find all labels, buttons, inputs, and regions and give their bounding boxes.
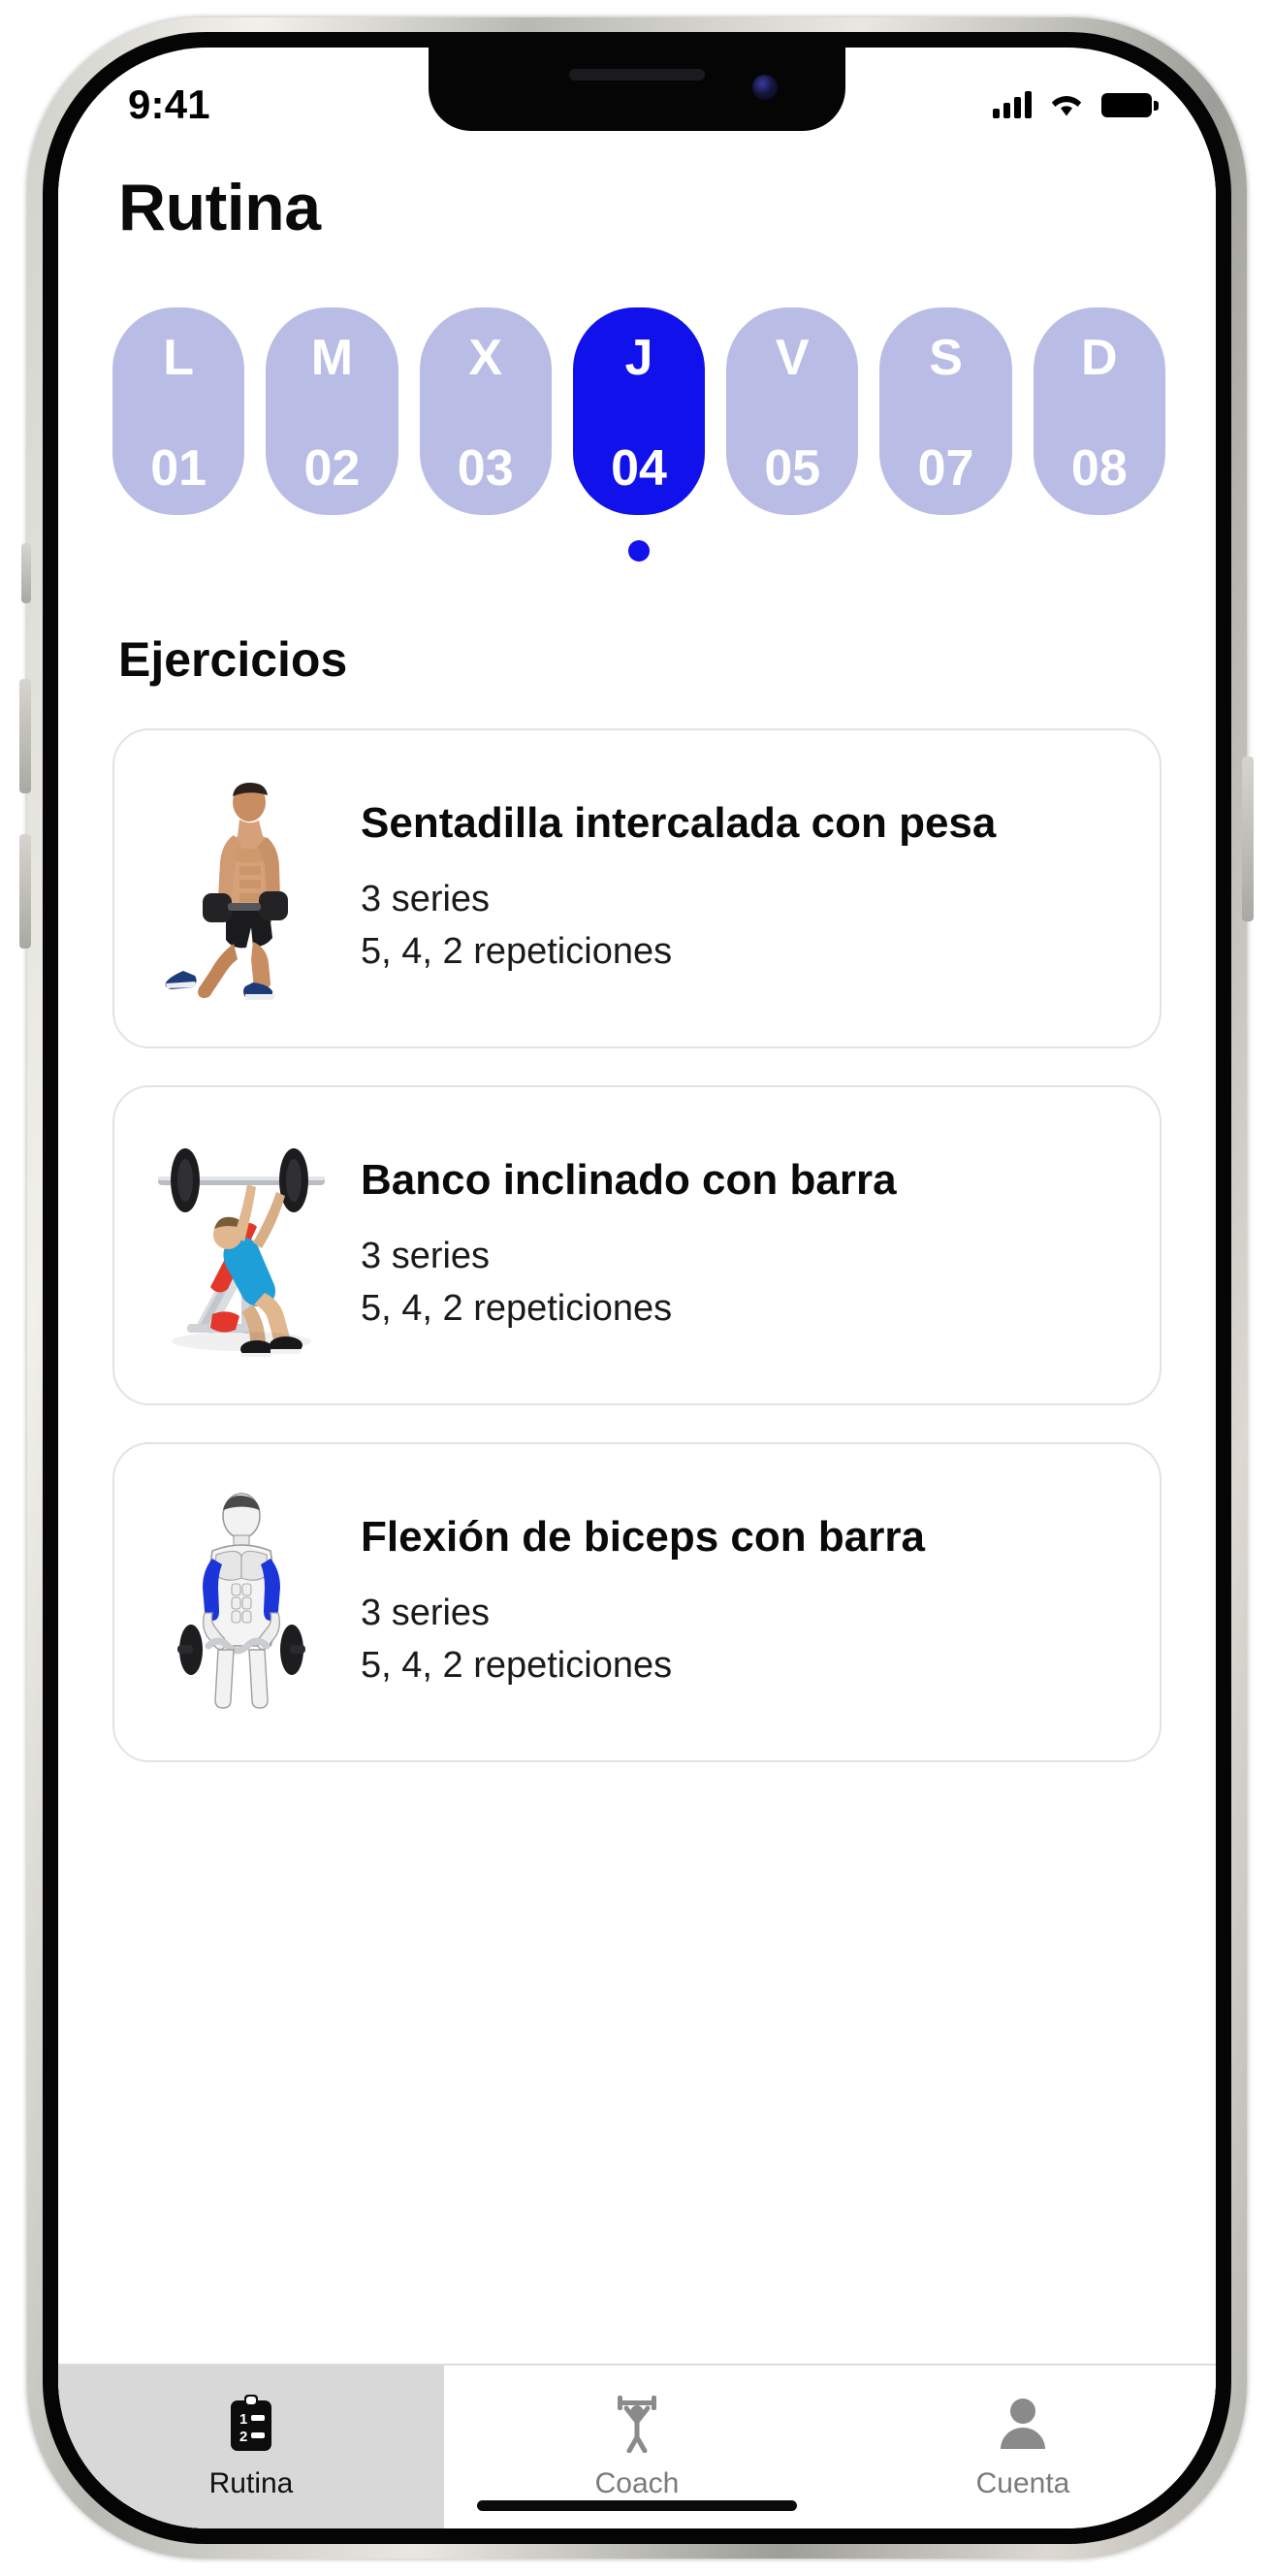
exercise-sets: 3 series (361, 1593, 491, 1633)
weightlifter-icon (608, 2394, 666, 2454)
dot-slot (1034, 540, 1165, 562)
day-pill-s[interactable]: S 07 (879, 307, 1012, 515)
tab-label: Cuenta (975, 2467, 1070, 2499)
day-number: 03 (457, 440, 514, 497)
exercise-sets: 3 series (361, 1236, 491, 1276)
day-letter: L (163, 330, 195, 386)
day-number: 02 (303, 440, 361, 497)
day-letter: J (624, 330, 653, 386)
exercise-reps: 5, 4, 2 repeticiones (361, 930, 673, 972)
exercise-name: Sentadilla intercalada con pesa (361, 799, 997, 848)
exercise-sets: 3 series (361, 879, 491, 919)
clipboard-list-icon: 1 2 (225, 2394, 277, 2454)
wifi-icon (1051, 96, 1082, 116)
front-camera-icon (752, 75, 778, 100)
day-number: 01 (150, 440, 207, 497)
page-title: Rutina (118, 171, 321, 244)
status-icons (993, 90, 1159, 119)
day-pill-j-selected[interactable]: J 04 (572, 307, 706, 515)
dot-slot (879, 540, 1011, 562)
exercise-name: Flexión de biceps con barra (361, 1513, 925, 1562)
incline-bench-press-illustration-icon (158, 1148, 325, 1357)
status-time: 9:41 (128, 81, 210, 127)
tab-rutina[interactable]: 1 2 Rutina (58, 2366, 444, 2528)
cellular-signal-icon (993, 91, 1032, 118)
exercise-text: Banco inclinado con barra 3 series 5, 4,… (361, 1155, 1127, 1336)
day-pill-m[interactable]: M 02 (266, 307, 398, 515)
page-indicator-dot (627, 540, 650, 562)
dot-slot-active (573, 540, 705, 562)
exercise-text: Sentadilla intercalada con pesa 3 series… (361, 798, 1127, 979)
exercise-list: Sentadilla intercalada con pesa 3 series… (58, 688, 1216, 2364)
svg-text:2: 2 (239, 2429, 247, 2445)
phone-screen: 9:41 Rutina L 01 M 02 X 03 J 04 V 05 S 0… (58, 48, 1216, 2528)
exercise-card[interactable]: Flexión de biceps con barra 3 series 5, … (112, 1442, 1162, 1762)
tab-cuenta[interactable]: Cuenta (830, 2366, 1216, 2528)
svg-text:1: 1 (239, 2411, 247, 2428)
exercise-card[interactable]: Banco inclinado con barra 3 series 5, 4,… (112, 1085, 1162, 1405)
barbell-biceps-curl-anatomy-illustration-icon (177, 1493, 305, 1709)
phone-scene: 9:41 Rutina L 01 M 02 X 03 J 04 V 05 S 0… (0, 0, 1273, 2576)
exercise-card[interactable]: Sentadilla intercalada con pesa 3 series… (112, 728, 1162, 1048)
tab-label: Rutina (208, 2467, 294, 2499)
exercise-reps: 5, 4, 2 repeticiones (361, 1644, 673, 1686)
earpiece-speaker (569, 69, 705, 80)
home-indicator[interactable] (477, 2500, 797, 2511)
day-pill-d[interactable]: D 08 (1033, 307, 1165, 515)
volume-up-button[interactable] (19, 679, 31, 793)
person-icon (996, 2394, 1050, 2454)
exercise-thumbnail (140, 1134, 343, 1357)
app-content: Rutina L 01 M 02 X 03 J 04 V 05 S 07 D 0… (58, 148, 1216, 2528)
dot-slot (266, 540, 398, 562)
exercise-thumbnail (140, 1491, 343, 1714)
day-letter: M (310, 330, 354, 386)
man-lunge-dumbbells-photo-icon (165, 783, 288, 1000)
dot-slot (726, 540, 858, 562)
exercise-name: Banco inclinado con barra (361, 1156, 897, 1205)
power-button[interactable] (1242, 757, 1254, 921)
day-pill-x[interactable]: X 03 (419, 307, 552, 515)
tab-label: Coach (594, 2467, 680, 2499)
day-number: 04 (611, 440, 667, 497)
day-letter: S (929, 330, 963, 386)
day-letter: V (775, 330, 810, 386)
day-letter: D (1081, 330, 1118, 386)
dot-slot (420, 540, 552, 562)
volume-down-button[interactable] (19, 834, 31, 949)
section-title-exercises: Ejercicios (118, 632, 348, 687)
day-pill-l[interactable]: L 01 (112, 307, 245, 515)
day-pill-v[interactable]: V 05 (726, 307, 859, 515)
day-number: 07 (917, 440, 974, 497)
day-number: 05 (764, 440, 821, 497)
notch (429, 48, 845, 131)
page-indicator (58, 515, 1216, 562)
silent-switch-button[interactable] (21, 543, 31, 603)
exercise-text: Flexión de biceps con barra 3 series 5, … (361, 1512, 1127, 1692)
day-number: 08 (1070, 440, 1128, 497)
dot-slot (112, 540, 244, 562)
day-letter: X (468, 330, 503, 386)
day-selector: L 01 M 02 X 03 J 04 V 05 S 07 D 08 (58, 245, 1216, 515)
exercise-thumbnail (140, 777, 343, 1000)
exercise-reps: 5, 4, 2 repeticiones (361, 1287, 673, 1329)
battery-icon (1101, 92, 1159, 117)
